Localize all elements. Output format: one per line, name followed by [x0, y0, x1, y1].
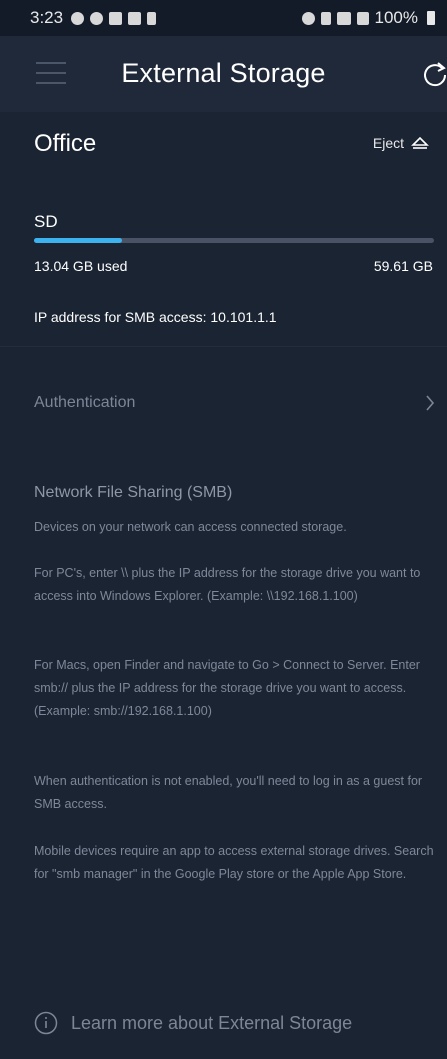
sync-icon [71, 11, 85, 25]
wifi-icon [90, 11, 104, 25]
learn-more-link[interactable]: Learn more about External Storage [34, 1011, 352, 1035]
storage-progress-bar [34, 238, 434, 243]
battery-percent: 100% [374, 8, 418, 27]
storage-progress-fill [34, 238, 122, 243]
smb-paragraph-mobile: Mobile devices require an app to access … [34, 844, 434, 881]
alarm-icon [301, 11, 315, 25]
divider [0, 346, 447, 347]
authentication-label: Authentication [34, 394, 136, 411]
smb-paragraph: Devices on your network can access conne… [34, 520, 347, 534]
status-bar: 3:23 100% [0, 0, 447, 36]
smb-paragraph-mac: For Macs, open Finder and navigate to Go… [34, 658, 420, 718]
app-header: External Storage [0, 36, 447, 112]
eject-label: Eject [372, 135, 404, 151]
chevron-right-icon [426, 395, 435, 411]
refresh-icon[interactable] [420, 60, 447, 90]
gallery-icon [109, 11, 123, 25]
status-bar-right: 100% [301, 8, 435, 28]
info-icon [34, 1011, 58, 1035]
smb-ip-address: IP address for SMB access: 10.101.1.1 [34, 309, 277, 325]
signal-icon [356, 11, 369, 25]
storage-used: 13.04 GB used [34, 258, 128, 274]
smb-paragraph-pc: For PC's, enter \\ plus the IP address f… [34, 566, 421, 603]
chat-icon [128, 11, 142, 25]
smb-section-title: Network File Sharing (SMB) [34, 484, 233, 501]
learn-more-label: Learn more about External Storage [71, 1012, 353, 1033]
eject-button[interactable]: Eject [373, 135, 429, 151]
notification-icons [71, 11, 157, 25]
lock-icon [147, 11, 157, 25]
page-title: External Storage [121, 58, 326, 88]
status-bar-left: 3:23 [30, 8, 157, 28]
smb-paragraph-guest: When authentication is not enabled, you'… [34, 774, 423, 811]
authentication-row[interactable]: Authentication [0, 380, 447, 428]
eject-icon [411, 137, 429, 149]
battery-icon [427, 11, 435, 25]
4g-icon [336, 11, 351, 25]
storage-total: 59.61 GB [373, 258, 433, 274]
storage-type-label: SD [34, 212, 58, 231]
drive-name: Office [34, 130, 97, 157]
status-time: 3:23 [30, 8, 64, 27]
mute-icon [320, 11, 331, 25]
